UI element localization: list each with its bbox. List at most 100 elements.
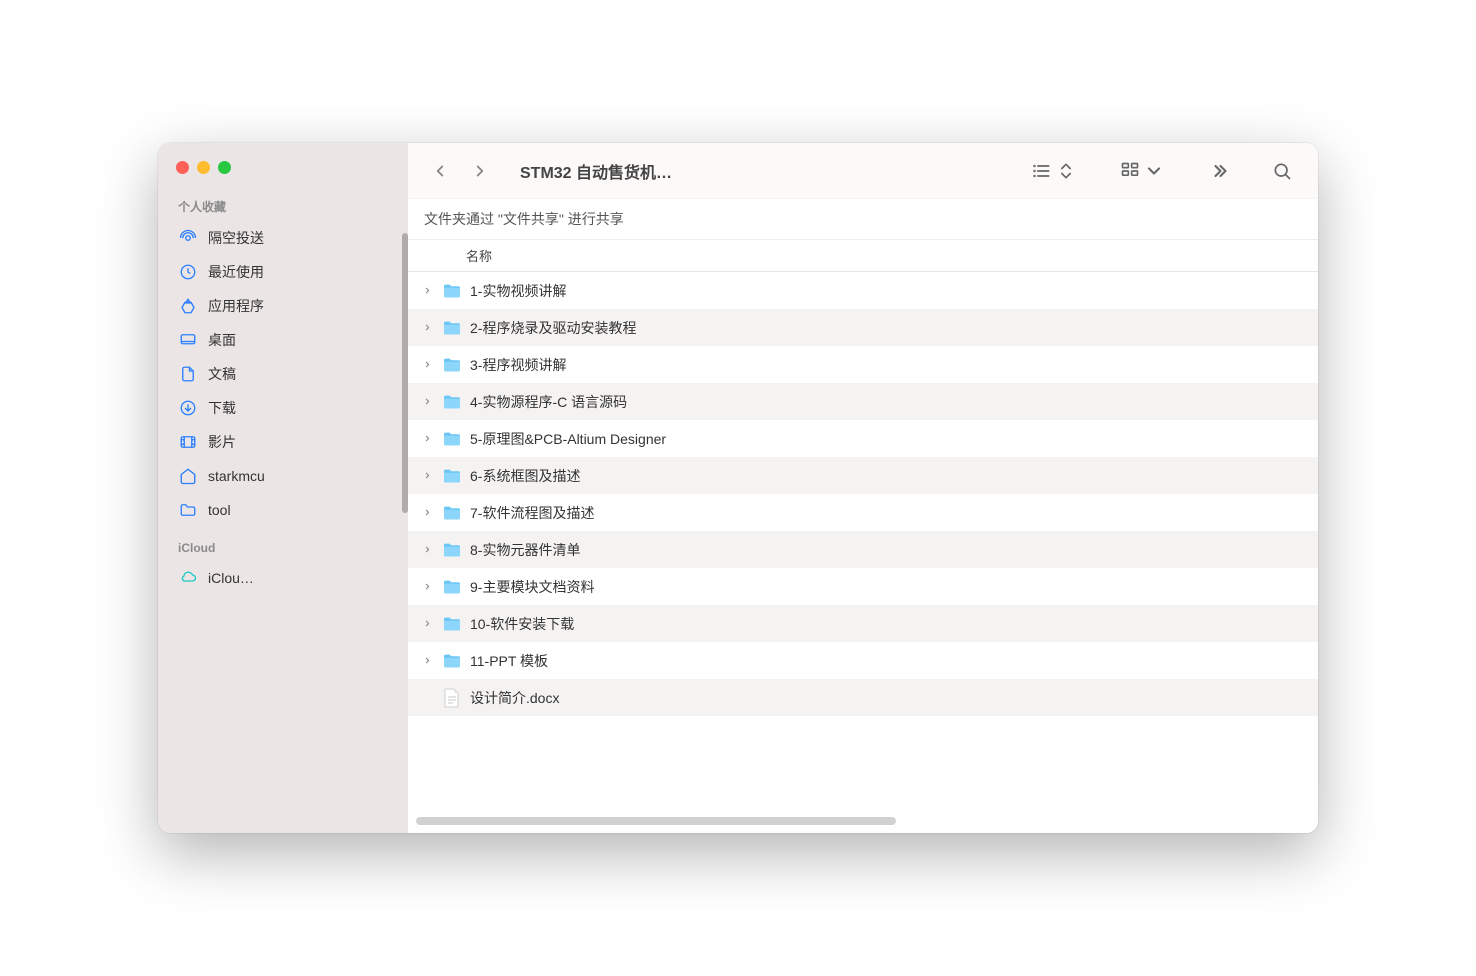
disclosure-triangle-icon[interactable]	[420, 506, 434, 520]
disclosure-triangle-icon[interactable]	[420, 321, 434, 335]
disclosure-triangle-icon[interactable]	[420, 284, 434, 298]
folder-icon	[442, 392, 462, 412]
finder-window: 个人收藏隔空投送最近使用应用程序桌面文稿下载影片 starkmcu tool iClo…	[158, 143, 1318, 833]
forward-button[interactable]	[466, 157, 494, 185]
file-name: 5-原理图&PCB-Altium Designer	[470, 429, 666, 449]
disclosure-triangle-icon[interactable]	[420, 654, 434, 668]
sidebar-item-download[interactable]: 下载	[168, 391, 398, 425]
sidebar-item-label: 下载	[208, 398, 236, 418]
file-row[interactable]: 2-程序烧录及驱动安装教程	[408, 309, 1318, 346]
disclosure-triangle-icon[interactable]	[420, 432, 434, 446]
back-button[interactable]	[426, 157, 454, 185]
more-button[interactable]	[1200, 157, 1236, 185]
view-list-button[interactable]	[1024, 157, 1084, 185]
file-list: 1-实物视频讲解 2-程序烧录及驱动安装教程 3-程序视频讲解 4-实物源程序-C 语…	[408, 272, 1318, 813]
sidebar-item-cloud[interactable]: iClou…	[168, 561, 398, 595]
download-icon	[178, 398, 198, 418]
file-row[interactable]: 3-程序视频讲解	[408, 346, 1318, 383]
file-row[interactable]: 5-原理图&PCB-Altium Designer	[408, 420, 1318, 457]
disclosure-triangle-icon[interactable]	[420, 580, 434, 594]
sidebar-item-label: iClou…	[208, 570, 254, 586]
sidebar-scrollbar[interactable]	[402, 233, 408, 513]
folder-icon	[442, 281, 462, 301]
file-name: 10-软件安装下载	[470, 614, 574, 634]
sidebar-item-clock[interactable]: 最近使用	[168, 255, 398, 289]
disclosure-triangle-icon[interactable]	[420, 358, 434, 372]
horizontal-scrollbar[interactable]	[408, 817, 1318, 827]
folder-icon	[442, 429, 462, 449]
folder-icon	[442, 355, 462, 375]
disclosure-triangle-icon[interactable]	[420, 617, 434, 631]
home-icon	[178, 466, 198, 486]
file-name: 7-软件流程图及描述	[470, 503, 594, 523]
clock-icon	[178, 262, 198, 282]
file-row[interactable]: 10-软件安装下载	[408, 605, 1318, 642]
document-icon	[442, 688, 462, 708]
folder-icon	[442, 503, 462, 523]
folder-icon	[442, 651, 462, 671]
file-name: 2-程序烧录及驱动安装教程	[470, 318, 636, 338]
sidebar-item-label: 影片	[208, 432, 236, 452]
sidebar-item-film[interactable]: 影片	[168, 425, 398, 459]
window-controls	[158, 143, 408, 184]
sidebar-section-header: iCloud	[168, 527, 398, 561]
folder-icon	[442, 577, 462, 597]
file-name: 3-程序视频讲解	[470, 355, 566, 375]
toolbar: STM32 自动售货机…	[408, 143, 1318, 199]
sidebar-item-label: 隔空投送	[208, 228, 264, 248]
disclosure-triangle-icon[interactable]	[420, 469, 434, 483]
file-name: 9-主要模块文档资料	[470, 577, 594, 597]
file-row[interactable]: 8-实物元器件清单	[408, 531, 1318, 568]
airdrop-icon	[178, 228, 198, 248]
file-name: 8-实物元器件清单	[470, 540, 580, 560]
close-button[interactable]	[176, 161, 189, 174]
sidebar-item-airdrop[interactable]: 隔空投送	[168, 221, 398, 255]
film-icon	[178, 432, 198, 452]
file-row[interactable]: 6-系统框图及描述	[408, 457, 1318, 494]
folder-icon	[442, 614, 462, 634]
column-header-name[interactable]: 名称	[408, 240, 1318, 272]
apps-icon	[178, 296, 198, 316]
main-pane: STM32 自动售货机… 文件夹通过 "文件共享" 进行共享	[408, 143, 1318, 833]
folder-icon	[442, 540, 462, 560]
disclosure-triangle-icon[interactable]	[420, 543, 434, 557]
sidebar-item-label: 最近使用	[208, 262, 264, 282]
search-button[interactable]	[1264, 157, 1300, 185]
file-row[interactable]: 1-实物视频讲解	[408, 272, 1318, 309]
file-name: 11-PPT 模板	[470, 651, 548, 671]
sidebar-item-home[interactable]: starkmcu	[168, 459, 398, 493]
file-row[interactable]: 设计简介.docx	[408, 679, 1318, 716]
file-row[interactable]: 11-PPT 模板	[408, 642, 1318, 679]
folder-icon	[442, 318, 462, 338]
horizontal-scrollbar-thumb[interactable]	[416, 817, 896, 825]
folder-icon	[178, 500, 198, 520]
sidebar: 个人收藏隔空投送最近使用应用程序桌面文稿下载影片 starkmcu tool iClo…	[158, 143, 408, 833]
sharing-info-bar: 文件夹通过 "文件共享" 进行共享	[408, 199, 1318, 240]
file-name: 1-实物视频讲解	[470, 281, 566, 301]
window-title: STM32 自动售货机…	[520, 159, 672, 183]
sidebar-item-label: 文稿	[208, 364, 236, 384]
sidebar-item-label: 应用程序	[208, 296, 264, 316]
cloud-icon	[178, 568, 198, 588]
folder-icon	[442, 466, 462, 486]
sidebar-item-label: 桌面	[208, 330, 236, 350]
file-row[interactable]: 4-实物源程序-C 语言源码	[408, 383, 1318, 420]
file-row[interactable]: 7-软件流程图及描述	[408, 494, 1318, 531]
file-name: 6-系统框图及描述	[470, 466, 580, 486]
sidebar-item-desktop[interactable]: 桌面	[168, 323, 398, 357]
file-name: 设计简介.docx	[470, 688, 559, 708]
sidebar-item-label: starkmcu	[208, 468, 265, 484]
sidebar-item-label: tool	[208, 502, 231, 518]
disclosure-triangle-icon[interactable]	[420, 395, 434, 409]
file-row[interactable]: 9-主要模块文档资料	[408, 568, 1318, 605]
sidebar-item-apps[interactable]: 应用程序	[168, 289, 398, 323]
sidebar-item-folder[interactable]: tool	[168, 493, 398, 527]
group-button[interactable]	[1112, 157, 1172, 185]
minimize-button[interactable]	[197, 161, 210, 174]
maximize-button[interactable]	[218, 161, 231, 174]
file-name: 4-实物源程序-C 语言源码	[470, 392, 627, 412]
desktop-icon	[178, 330, 198, 350]
sidebar-item-document[interactable]: 文稿	[168, 357, 398, 391]
document-icon	[178, 364, 198, 384]
sidebar-section-header: 个人收藏	[168, 184, 398, 221]
